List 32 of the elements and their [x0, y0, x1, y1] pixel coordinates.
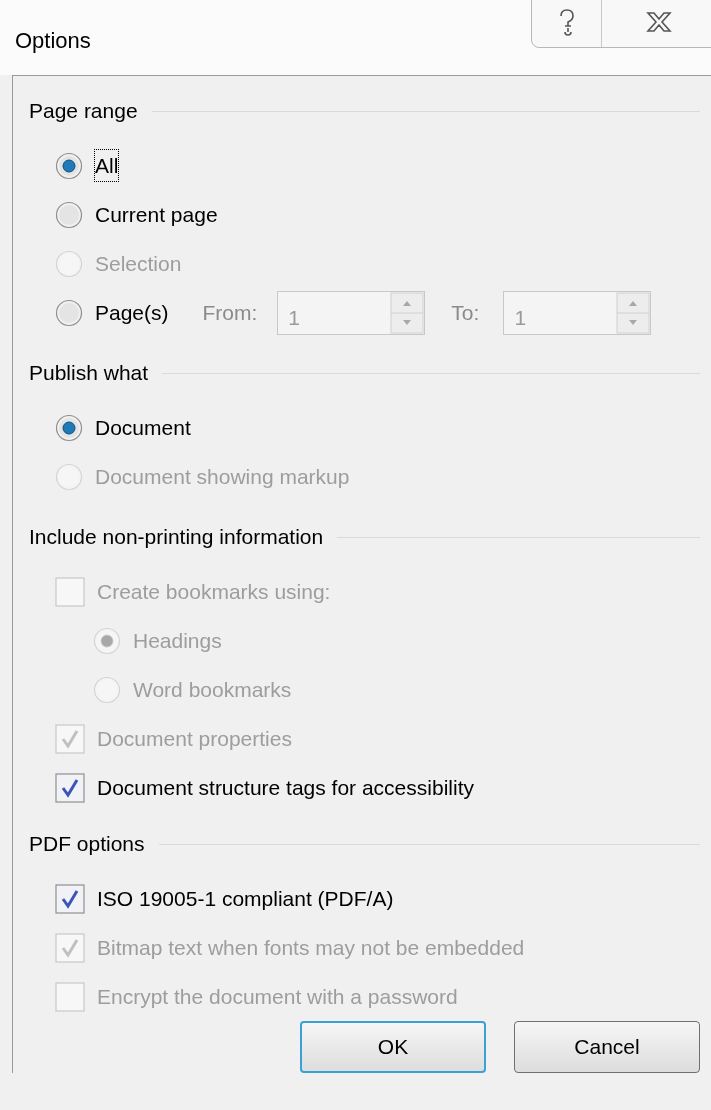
close-icon[interactable] — [645, 11, 673, 33]
option-label: Current page — [95, 201, 218, 228]
option-label: All — [95, 149, 119, 182]
option-label: Bitmap text when fonts may not be embedded — [97, 934, 525, 961]
dialog-button[interactable]: Cancel — [514, 1021, 700, 1073]
option-label: Selection — [95, 250, 182, 277]
checkbox[interactable] — [55, 883, 85, 914]
option-label: Document properties — [97, 725, 292, 752]
field-value: 1 — [287, 304, 302, 331]
option-label: ISO 19005-1 compliant (PDF/A) — [97, 885, 394, 912]
field-value: 1 — [513, 304, 528, 331]
dialog-button[interactable]: OK — [300, 1021, 486, 1073]
from-label: From: — [202, 299, 258, 326]
section-heading: Publish what — [29, 360, 149, 387]
option-label: Encrypt the document with a password — [97, 983, 458, 1010]
radio-button[interactable] — [55, 413, 83, 442]
section-heading: Page range — [29, 98, 138, 125]
option-label: Document — [95, 414, 191, 441]
option-label: Document structure tags for accessibility — [97, 774, 474, 801]
section-heading: PDF options — [29, 831, 145, 858]
radio-button[interactable] — [55, 298, 83, 327]
option-label: Page(s) — [95, 299, 169, 326]
option-label: Create bookmarks using: — [97, 578, 331, 605]
radio-button[interactable] — [55, 151, 83, 180]
option-label: Word bookmarks — [133, 676, 292, 703]
radio-button[interactable] — [55, 200, 83, 229]
window-title: Options — [15, 27, 91, 55]
option-label: Headings — [133, 627, 222, 654]
to-label: To: — [451, 299, 480, 326]
section-heading: Include non-printing information — [29, 524, 324, 551]
option-label: Document showing markup — [95, 463, 350, 490]
checkbox[interactable] — [55, 772, 85, 803]
